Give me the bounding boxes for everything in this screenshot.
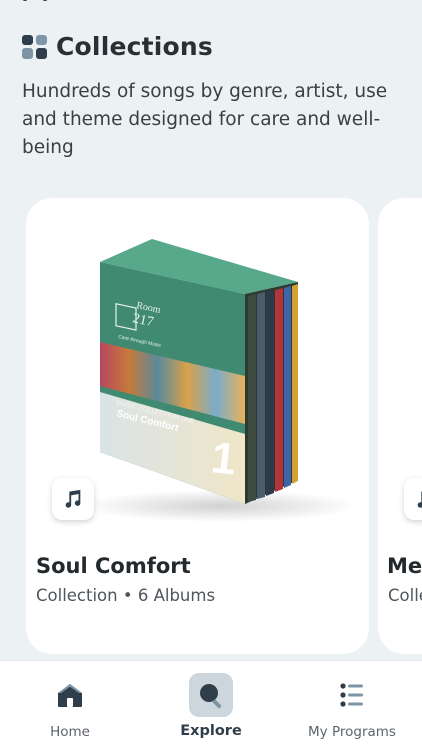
card-subtitle: Collection • 6 Albums	[36, 586, 216, 605]
nav-item-my-programs[interactable]: My Programs	[282, 661, 422, 750]
nav-label: My Programs	[308, 724, 396, 740]
nav-item-home[interactable]: Home	[0, 661, 140, 750]
music-note-icon	[404, 478, 422, 520]
collection-card-soul-comfort[interactable]: Room 217 Care through Music MUSIC COLLEC…	[26, 198, 369, 654]
volume-number: 1	[209, 433, 238, 484]
card-title: Mer	[387, 554, 422, 578]
section-description: Hundreds of songs by genre, artist, use …	[22, 81, 388, 158]
grid-icon	[22, 34, 47, 59]
previous-section-fragment	[22, 0, 102, 4]
bottom-nav: Home Explore My Programs	[0, 660, 422, 750]
nav-label: Home	[50, 724, 90, 740]
nav-label: Explore	[180, 723, 242, 739]
list-icon	[330, 673, 374, 717]
section-title: Collections	[56, 32, 214, 61]
search-icon	[189, 673, 233, 717]
collections-header: Collections	[22, 32, 213, 61]
nav-item-explore[interactable]: Explore	[141, 661, 281, 750]
explore-screen: Collections Hundreds of songs by genre, …	[0, 0, 422, 750]
music-note-icon	[52, 478, 94, 520]
card-subtitle: Colle	[388, 586, 422, 605]
collection-card-next[interactable]: Mer Colle	[378, 198, 422, 654]
album-box-art: Room 217 Care through Music MUSIC COLLEC…	[80, 239, 350, 522]
card-title: Soul Comfort	[36, 554, 191, 578]
home-icon	[48, 673, 92, 717]
